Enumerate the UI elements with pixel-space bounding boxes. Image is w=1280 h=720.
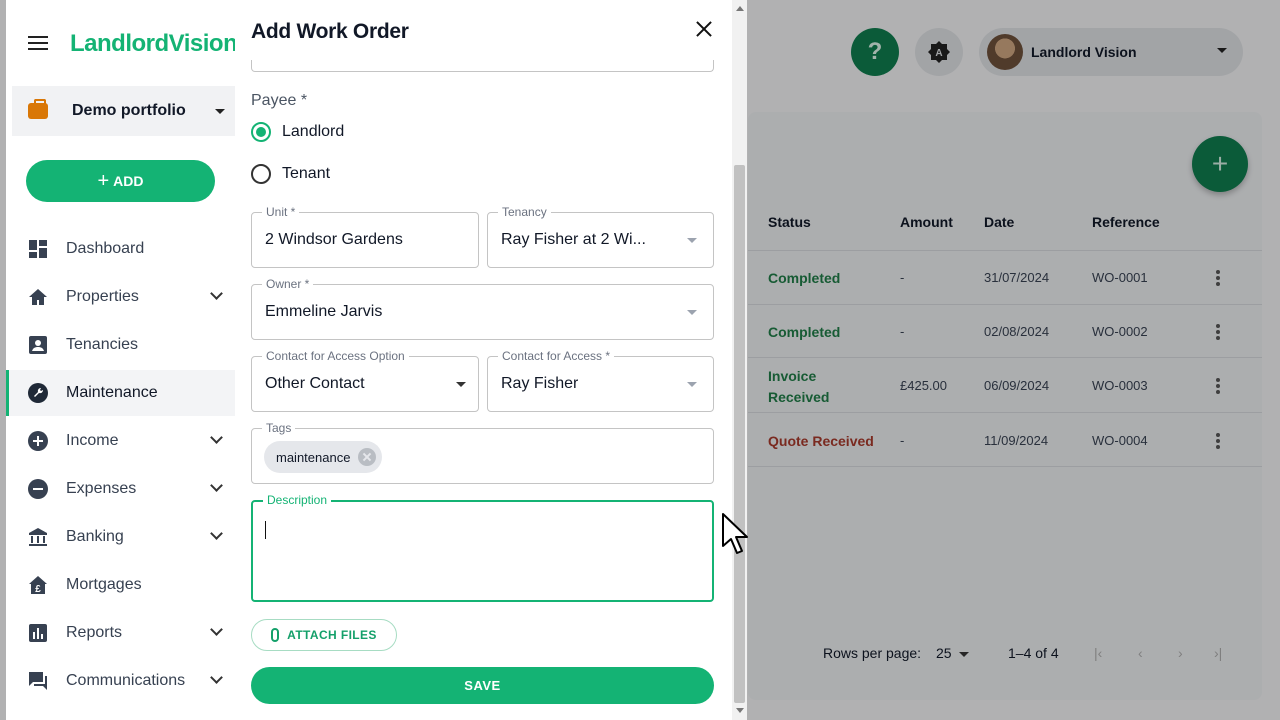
portfolio-name: Demo portfolio [72, 102, 186, 119]
owner-select[interactable]: Owner * Emmeline Jarvis [251, 277, 714, 340]
chat-icon [28, 671, 48, 691]
radio-checked-icon[interactable] [251, 122, 271, 142]
sidebar-item-mortgages[interactable]: £ Mortgages [6, 562, 235, 608]
sidebar-item-properties[interactable]: Properties [6, 274, 235, 320]
sidebar-item-label: Properties [66, 288, 139, 305]
attach-files-button[interactable]: ATTACH FILES [251, 619, 397, 651]
pound-house-icon: £ [28, 575, 48, 595]
dropdown-arrow-icon [456, 382, 466, 387]
sidebar-item-label: Dashboard [66, 240, 145, 257]
sidebar-item-label: Income [66, 432, 119, 449]
bar-chart-icon [28, 623, 48, 643]
description-field[interactable]: Description [251, 493, 714, 602]
unit-field[interactable]: Unit * 2 Windsor Gardens [251, 205, 479, 268]
sidebar-item-communications[interactable]: Communications [6, 658, 235, 704]
contact-access-label: Contact for Access * [498, 349, 615, 363]
payee-option-landlord[interactable]: Landlord [251, 120, 344, 144]
chevron-down-icon [215, 109, 225, 114]
logo[interactable]: LandlordVision [70, 30, 238, 58]
dashboard-icon [28, 239, 48, 259]
payee-option-tenant[interactable]: Tenant [251, 162, 330, 186]
description-label: Description [263, 493, 332, 507]
attach-files-label: ATTACH FILES [287, 628, 377, 642]
dialog-header: Add Work Order [235, 0, 732, 60]
dropdown-arrow-icon [687, 382, 697, 387]
sidebar-item-label: Expenses [66, 480, 137, 497]
home-icon [28, 287, 48, 307]
wrench-icon [28, 383, 48, 403]
save-button-label: SAVE [464, 678, 501, 693]
dropdown-arrow-icon [687, 310, 697, 315]
sidebar-item-maintenance[interactable]: Maintenance [6, 370, 235, 416]
plus-icon: + [97, 169, 110, 192]
sidebar-item-label: Tenancies [66, 336, 139, 353]
tenancy-label: Tenancy [498, 205, 551, 219]
scrollbar-thumb[interactable] [734, 165, 745, 703]
add-work-order-dialog: Add Work Order Payee * Landlord Tenant U… [235, 0, 747, 720]
sidebar-item-income[interactable]: Income [6, 418, 235, 464]
chevron-down-icon [210, 479, 223, 492]
contact-access-value: Ray Fisher [501, 375, 579, 392]
tag-chip: maintenance [264, 441, 383, 473]
sidebar-item-label: Maintenance [66, 384, 158, 401]
sidebar-item-label: Mortgages [66, 576, 142, 593]
save-button[interactable]: SAVE [251, 667, 714, 704]
sidebar-item-reports[interactable]: Reports [6, 610, 235, 656]
chevron-down-icon [210, 623, 223, 636]
add-button[interactable]: + ADD [26, 160, 215, 202]
sidebar-item-tenancies[interactable]: Tenancies [6, 322, 235, 368]
scroll-up-icon[interactable] [736, 6, 744, 11]
contact-card-icon [28, 335, 48, 355]
tenancy-select[interactable]: Tenancy Ray Fisher at 2 Wi... [487, 205, 714, 268]
minus-circle-icon [28, 479, 48, 499]
paperclip-icon [271, 628, 280, 642]
scroll-down-icon[interactable] [736, 708, 744, 713]
radio-label: Landlord [282, 123, 345, 140]
scrollbar[interactable] [732, 0, 747, 720]
chevron-down-icon [210, 527, 223, 540]
text-caret [265, 521, 266, 539]
tenancy-value: Ray Fisher at 2 Wi... [501, 231, 646, 248]
dropdown-arrow-icon [687, 238, 697, 243]
close-icon[interactable] [693, 18, 715, 40]
sidebar-item-dashboard[interactable]: Dashboard [6, 226, 235, 272]
contact-access-option-label: Contact for Access Option [262, 349, 409, 363]
chevron-down-icon [210, 431, 223, 444]
chevron-down-icon [210, 287, 223, 300]
sidebar: LandlordVision Demo portfolio + ADD Dash… [6, 0, 238, 720]
owner-value: Emmeline Jarvis [265, 303, 383, 320]
bank-icon [28, 527, 48, 547]
cancel-icon[interactable] [358, 448, 377, 466]
contact-access-select[interactable]: Contact for Access * Ray Fisher [487, 349, 714, 412]
chevron-down-icon [210, 671, 223, 684]
unit-label: Unit * [262, 205, 300, 219]
owner-label: Owner * [262, 277, 314, 291]
sidebar-item-label: Communications [66, 672, 186, 689]
sidebar-item-label: Reports [66, 624, 123, 641]
sidebar-item-banking[interactable]: Banking [6, 514, 235, 560]
tags-field[interactable]: Tags maintenance [251, 421, 714, 484]
mouse-pointer-icon [722, 513, 748, 554]
add-button-label: ADD [113, 173, 144, 189]
payee-label: Payee * [251, 92, 308, 109]
contact-access-option-select[interactable]: Contact for Access Option Other Contact [251, 349, 479, 412]
radio-unchecked-icon[interactable] [251, 164, 271, 184]
sidebar-item-expenses[interactable]: Expenses [6, 466, 235, 512]
briefcase-icon [28, 99, 48, 119]
sidebar-item-label: Banking [66, 528, 124, 545]
menu-icon[interactable] [28, 36, 48, 52]
dialog-title: Add Work Order [251, 20, 409, 43]
tags-label: Tags [262, 421, 296, 435]
tag-chip-label: maintenance [276, 449, 351, 465]
portfolio-selector[interactable]: Demo portfolio [12, 86, 235, 136]
plus-circle-icon [28, 431, 48, 451]
radio-label: Tenant [282, 165, 331, 182]
contact-access-option-value: Other Contact [265, 375, 365, 392]
svg-text:£: £ [35, 584, 41, 595]
unit-value: 2 Windsor Gardens [265, 231, 403, 248]
